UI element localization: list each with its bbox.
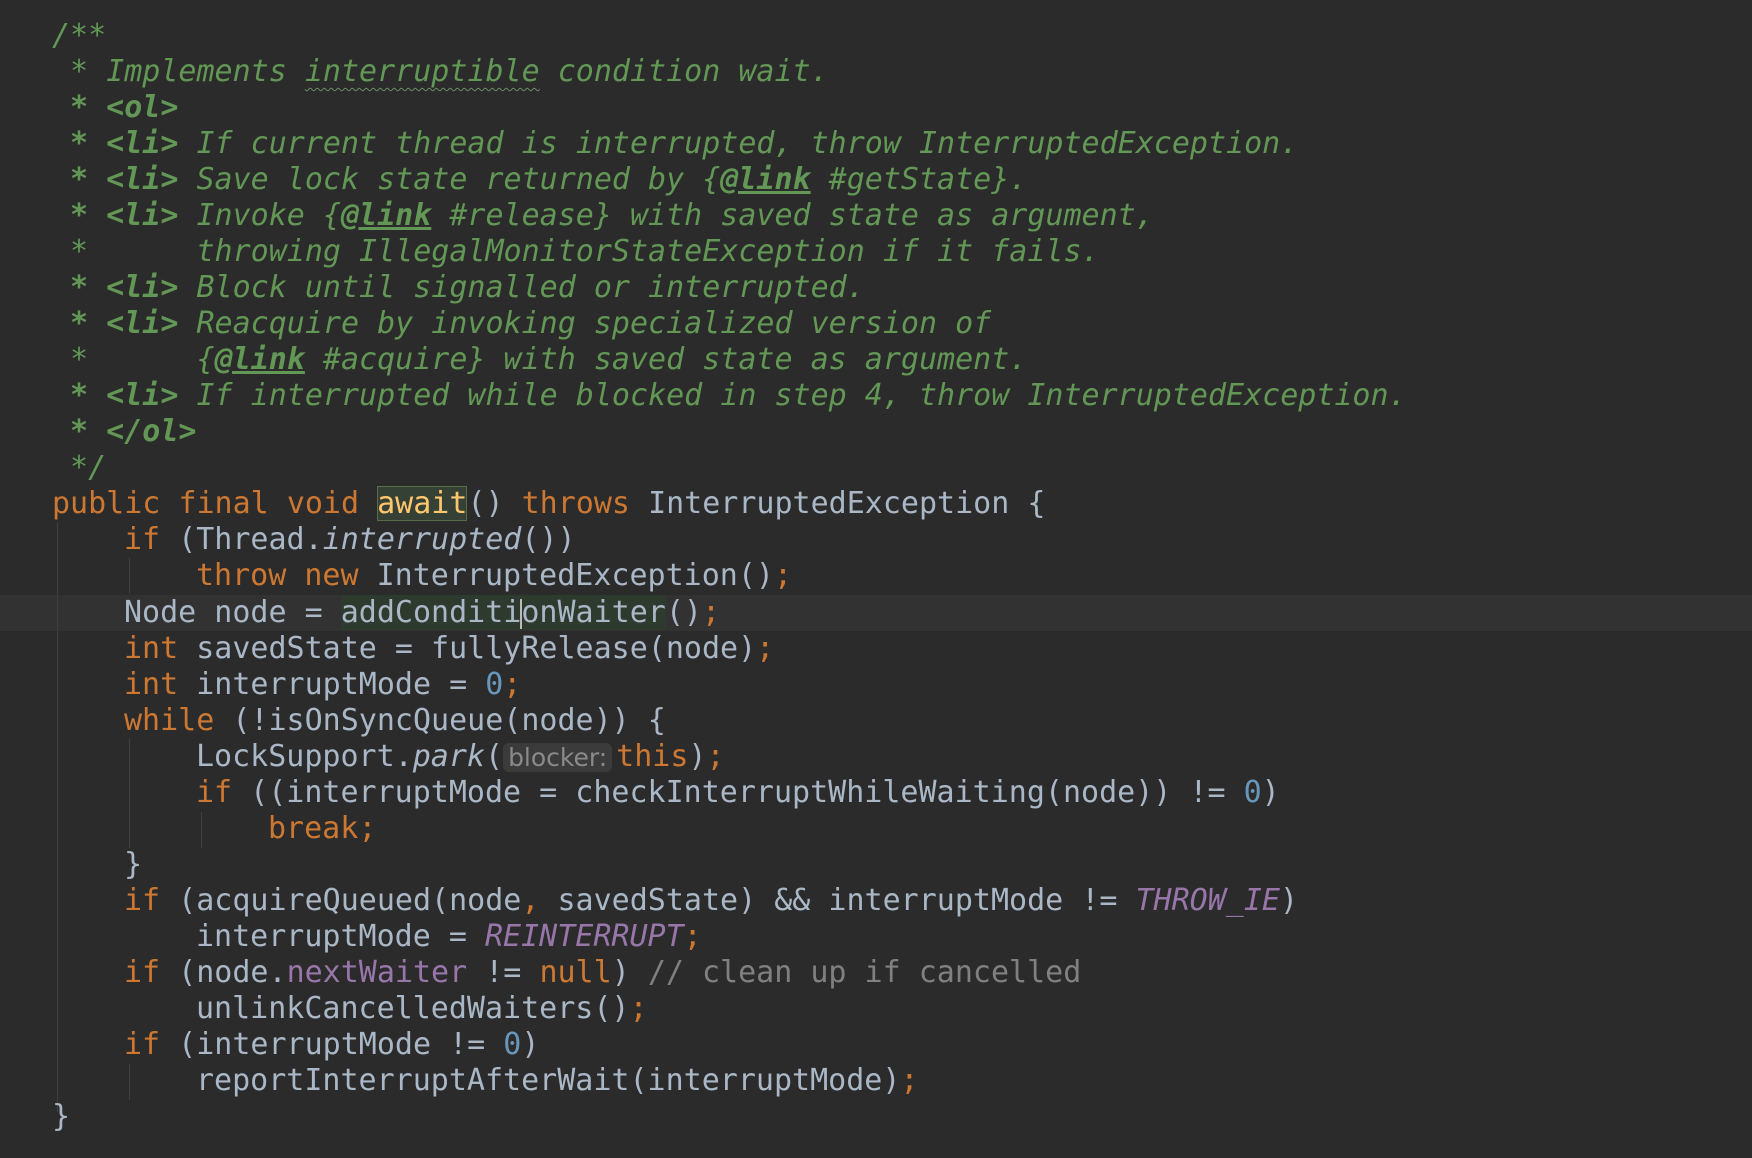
doc-comment-line: * <li> If interrupted while blocked in s… — [52, 378, 1407, 413]
doc-comment-line: * Implements interruptible condition wai… — [52, 54, 829, 89]
indent-guide — [57, 522, 58, 1112]
indent-guide — [129, 558, 130, 594]
indent-guide — [129, 1064, 130, 1100]
method-name-await[interactable]: await — [377, 486, 468, 521]
code-line: break; — [268, 811, 377, 846]
doc-comment-line: * throwing IllegalMonitorStateException … — [52, 234, 1100, 269]
code-line: while (!isOnSyncQueue(node)) { — [124, 703, 666, 738]
identifier-usage-highlight[interactable]: addConditionWaiter — [340, 595, 666, 630]
code-line: } — [52, 1099, 71, 1134]
code-line: throw new InterruptedException(); — [196, 558, 793, 593]
line-comment: // clean up if cancelled — [647, 955, 1082, 990]
code-line: if (interruptMode != 0) — [124, 1027, 540, 1062]
method-declaration: public final void await() throws Interru… — [52, 486, 1046, 521]
indent-guide — [201, 812, 202, 848]
code-line: if (node.nextWaiter != null) // clean up… — [124, 955, 1082, 990]
code-line: if (acquireQueued(node, savedState) && i… — [124, 883, 1299, 918]
code-line: reportInterruptAfterWait(interruptMode); — [196, 1063, 919, 1098]
javadoc-link-tag: @link — [341, 198, 432, 233]
doc-comment-line: * </ol> — [52, 414, 197, 449]
doc-comment-close: */ — [52, 450, 107, 485]
doc-comment-line: * <li> If current thread is interrupted,… — [52, 126, 1299, 161]
doc-comment-line: * <li> Save lock state returned by {@lin… — [52, 162, 1028, 197]
indent-guide — [129, 738, 130, 848]
code-line-current: Node node = addConditionWaiter(); — [124, 595, 721, 630]
code-line: int interruptMode = 0; — [124, 667, 522, 702]
code-line: if (Thread.interrupted()) — [124, 522, 576, 557]
doc-comment-line: * {@link #acquire} with saved state as a… — [52, 342, 1028, 377]
doc-comment-line: * <li> Reacquire by invoking specialized… — [52, 306, 992, 341]
code-line: unlinkCancelledWaiters(); — [196, 991, 648, 1026]
doc-comment-line: * <li> Invoke {@link #release} with save… — [52, 198, 1154, 233]
code-line: interruptMode = REINTERRUPT; — [196, 919, 702, 954]
doc-comment-open: /** — [52, 18, 107, 53]
doc-comment-line: * <ol> — [52, 90, 179, 125]
code-line: if ((interruptMode = checkInterruptWhile… — [196, 775, 1280, 810]
javadoc-link-tag: @link — [720, 162, 811, 197]
code-line: int savedState = fullyRelease(node); — [124, 631, 775, 666]
doc-comment-line: * <li> Block until signalled or interrup… — [52, 270, 865, 305]
code-editor[interactable]: /** * Implements interruptible condition… — [0, 0, 1752, 1158]
code-line: } — [124, 847, 143, 882]
code-line: LockSupport.park(blocker: this); — [196, 739, 725, 774]
javadoc-link-tag: @link — [214, 342, 305, 377]
parameter-inlay-hint: blocker: — [503, 743, 613, 772]
spellcheck-underline: interruptible — [304, 54, 540, 89]
